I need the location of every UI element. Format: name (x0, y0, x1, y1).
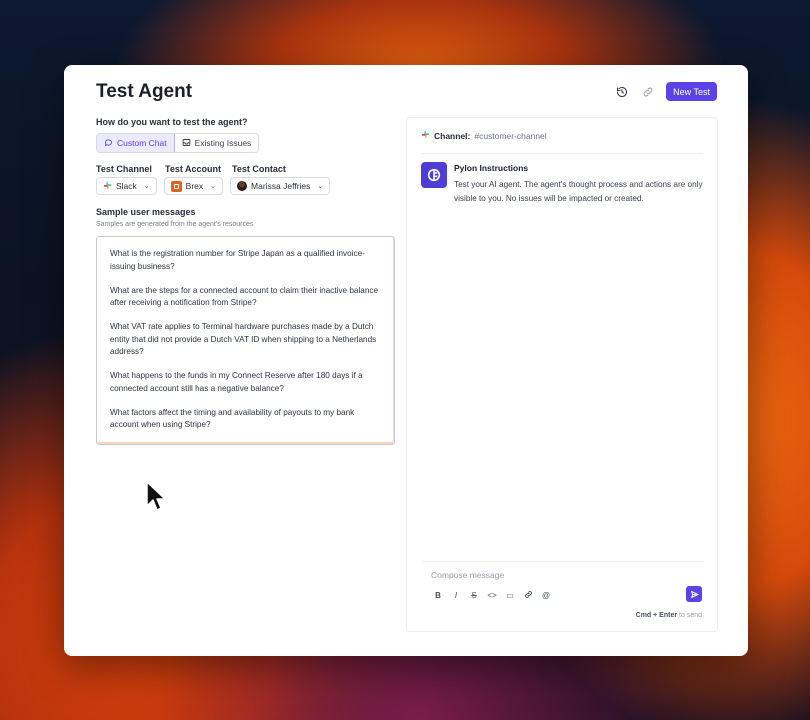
pylon-logo-icon (421, 162, 447, 188)
contact-avatar (237, 181, 248, 191)
sample-message[interactable]: What are the steps for a connected accou… (110, 285, 381, 310)
strikethrough-icon[interactable]: S (469, 591, 479, 600)
test-selectors: Slack ⌄ Brex ⌄ Marissa Jeffries ⌄ (96, 177, 331, 195)
existing-issues-option[interactable]: Existing Issues (174, 134, 259, 152)
link-icon[interactable] (523, 590, 533, 601)
sample-messages-title: Sample user messages (96, 207, 196, 217)
chat-bubble-icon (104, 138, 113, 149)
code-block-icon[interactable]: ▭ (505, 591, 515, 600)
italic-icon[interactable]: I (451, 591, 461, 600)
test-mode-question: How do you want to test the agent? (96, 117, 248, 127)
sample-message[interactable]: What is the registration number for Stri… (110, 248, 381, 273)
chevron-down-icon: ⌄ (143, 183, 150, 190)
sample-messages-subtitle: Samples are generated from the agent's r… (96, 221, 254, 228)
send-hint: Cmd + Enter to send (635, 612, 702, 619)
send-icon (690, 590, 698, 598)
header-actions: New Test (614, 82, 717, 101)
chevron-down-icon: ⌄ (210, 183, 217, 190)
test-account-select[interactable]: Brex ⌄ (163, 177, 224, 195)
test-channel-label: Test Channel (96, 164, 152, 174)
channel-label: Channel: (434, 130, 471, 141)
inbox-icon (182, 138, 191, 149)
compose-input[interactable]: Compose message (431, 570, 504, 580)
slack-icon (103, 181, 112, 192)
slack-icon (421, 130, 430, 141)
page-title: Test Agent (96, 81, 193, 102)
test-channel-select[interactable]: Slack ⌄ (96, 177, 157, 195)
sample-messages-list: What is the registration number for Stri… (96, 236, 395, 445)
message-title: Pylon Instructions (454, 163, 529, 173)
mention-icon[interactable]: @ (541, 591, 551, 600)
link-icon[interactable] (640, 84, 656, 100)
divider (421, 153, 703, 154)
history-icon[interactable] (614, 84, 630, 100)
test-agent-window: Test Agent New Test How do you want to t… (64, 65, 748, 656)
bold-icon[interactable]: B (433, 591, 443, 600)
test-contact-select[interactable]: Marissa Jeffries ⌄ (230, 177, 331, 195)
custom-chat-option[interactable]: Custom Chat (97, 134, 175, 152)
sample-message[interactable]: What factors affect the timing and avail… (110, 407, 381, 432)
channel-header: Channel: #customer-channel (421, 130, 547, 141)
message-body: Test your AI agent. The agent's thought … (454, 180, 703, 203)
send-button[interactable] (686, 586, 702, 602)
code-icon[interactable]: <> (487, 591, 497, 600)
sample-message[interactable]: What VAT rate applies to Terminal hardwa… (110, 321, 381, 359)
test-mode-toggle: Custom Chat Existing Issues (96, 133, 260, 153)
format-toolbar: B I S <> ▭ @ (433, 590, 551, 601)
brex-logo-icon (170, 180, 182, 192)
test-contact-label: Test Contact (232, 164, 286, 174)
test-account-label: Test Account (165, 164, 222, 174)
channel-name: #customer-channel (474, 130, 547, 141)
new-test-button[interactable]: New Test (666, 82, 717, 101)
chat-panel: Channel: #customer-channel Pylon Instruc… (406, 117, 718, 632)
message-composer: Compose message B I S <> ▭ @ Cmd + Enter… (423, 561, 704, 621)
field-labels: Test Channel Test Account Test Contact (96, 164, 286, 174)
mouse-cursor-icon (146, 481, 166, 511)
sample-message[interactable]: What happens to the funds in my Connect … (110, 370, 381, 395)
chevron-down-icon: ⌄ (317, 183, 324, 190)
